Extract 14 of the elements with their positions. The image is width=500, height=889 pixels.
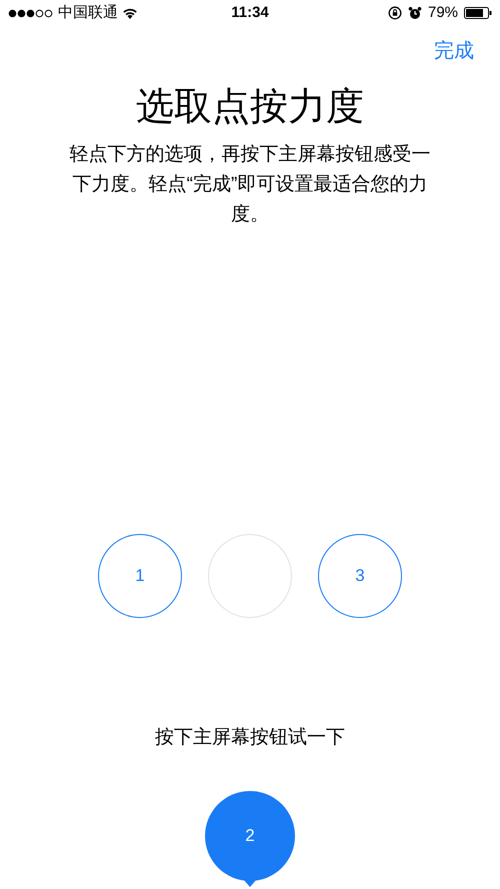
- page-title: 选取点按力度: [136, 85, 364, 130]
- signal-icon: [8, 8, 54, 18]
- alarm-icon: [408, 6, 422, 20]
- done-button[interactable]: 完成: [434, 36, 474, 66]
- status-time: 11:34: [231, 2, 269, 23]
- description-text: 轻点下方的选项，再按下主屏幕按钮感受一下力度。轻点“完成”即可设置最适合您的力度。: [68, 143, 432, 227]
- force-option[interactable]: 1: [98, 534, 182, 618]
- wifi-icon: [122, 7, 138, 19]
- battery-icon: [464, 7, 492, 19]
- hint-text: 按下主屏幕按钮试一下: [155, 726, 345, 750]
- force-option[interactable]: 3: [318, 534, 402, 618]
- battery-percent: 79%: [428, 2, 458, 23]
- carrier-name: 中国联通: [58, 2, 118, 23]
- rotation-lock-icon: [388, 6, 402, 20]
